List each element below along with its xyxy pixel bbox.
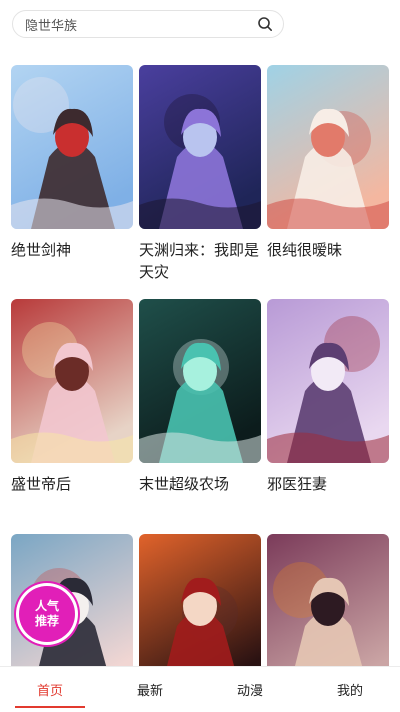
comic-title[interactable]: 很纯很暧昧 <box>267 239 389 261</box>
comic-title[interactable]: 绝世剑神 <box>11 239 133 261</box>
comic-card[interactable]: 很纯很暧昧 <box>267 65 389 261</box>
tab-anime[interactable]: 动漫 <box>200 667 300 712</box>
comic-card[interactable]: 末世超级农场 <box>139 299 261 495</box>
cover-art <box>11 65 133 229</box>
badge-line2: 推荐 <box>34 614 59 628</box>
cover-art <box>267 65 389 229</box>
comic-title[interactable]: 天渊归来：我即是天灾 <box>139 239 261 283</box>
comic-card[interactable]: 盛世帝后 <box>11 299 133 495</box>
comic-title[interactable]: 邪医狂妻 <box>267 473 389 495</box>
comic-cover[interactable] <box>267 65 389 229</box>
tab-latest[interactable]: 最新 <box>100 667 200 712</box>
comic-cover[interactable] <box>139 299 261 463</box>
tab-mine[interactable]: 我的 <box>300 667 400 712</box>
search-icon[interactable] <box>257 16 273 32</box>
bottom-tab-bar: 首页 最新 动漫 我的 <box>0 666 400 712</box>
cover-art <box>139 299 261 463</box>
cover-art <box>267 299 389 463</box>
cover-art <box>139 65 261 229</box>
popular-badge: 人气 推荐 <box>19 586 75 642</box>
search-bar[interactable]: 隐世华族 <box>12 10 284 38</box>
cover-art <box>11 299 133 463</box>
app-screen: 隐世华族 绝世剑神 天渊归来：我即是天灾 很纯很暧昧 盛世帝后 末世超级农场 邪… <box>0 0 400 712</box>
comic-cover[interactable] <box>267 299 389 463</box>
comic-card[interactable]: 绝世剑神 <box>11 65 133 261</box>
tab-home[interactable]: 首页 <box>0 667 100 712</box>
comic-card[interactable]: 邪医狂妻 <box>267 299 389 495</box>
search-input[interactable]: 隐世华族 <box>25 15 257 34</box>
comic-cover[interactable] <box>11 65 133 229</box>
comic-title[interactable]: 盛世帝后 <box>11 473 133 495</box>
badge-line1: 人气 <box>34 599 59 613</box>
comic-card[interactable]: 天渊归来：我即是天灾 <box>139 65 261 283</box>
comic-cover[interactable] <box>11 299 133 463</box>
comic-title[interactable]: 末世超级农场 <box>139 473 261 495</box>
comic-cover[interactable] <box>139 65 261 229</box>
